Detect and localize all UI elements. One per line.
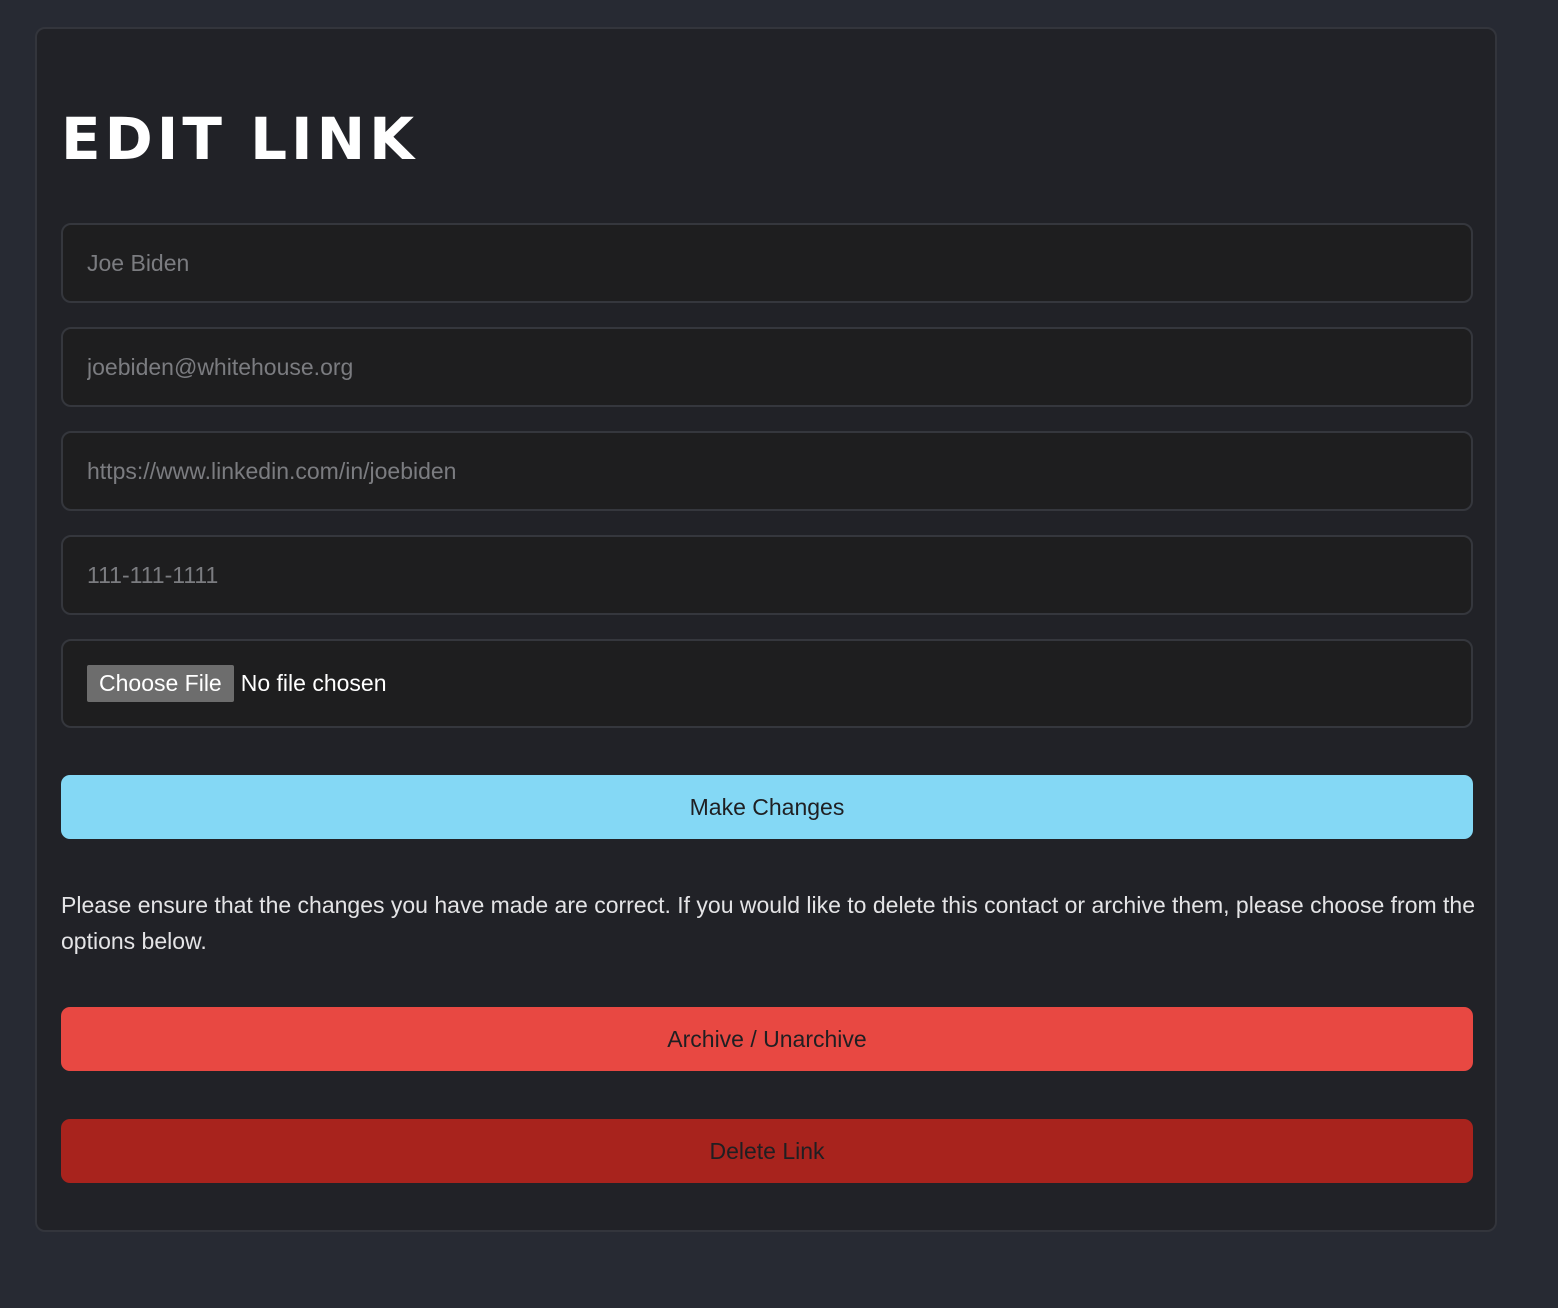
linkedin-field-container [61,431,1473,511]
linkedin-url-input[interactable] [87,457,1447,485]
file-upload-field: Choose File No file chosen [61,639,1473,728]
email-field-container [61,327,1473,407]
page-title: EDIT LINK [61,105,419,173]
name-field-container [61,223,1473,303]
file-status-text: No file chosen [240,670,387,696]
edit-link-card: EDIT LINK Choose File No file chosen Mak… [35,27,1497,1232]
choose-file-button[interactable]: Choose File [87,665,234,702]
make-changes-button[interactable]: Make Changes [61,775,1473,839]
delete-link-button[interactable]: Delete Link [61,1119,1473,1183]
confirmation-note: Please ensure that the changes you have … [61,892,1476,954]
archive-button[interactable]: Archive / Unarchive [61,1007,1473,1071]
email-input[interactable] [87,353,1447,381]
phone-field-container [61,535,1473,615]
phone-input[interactable] [87,561,1447,589]
name-input[interactable] [87,249,1447,277]
